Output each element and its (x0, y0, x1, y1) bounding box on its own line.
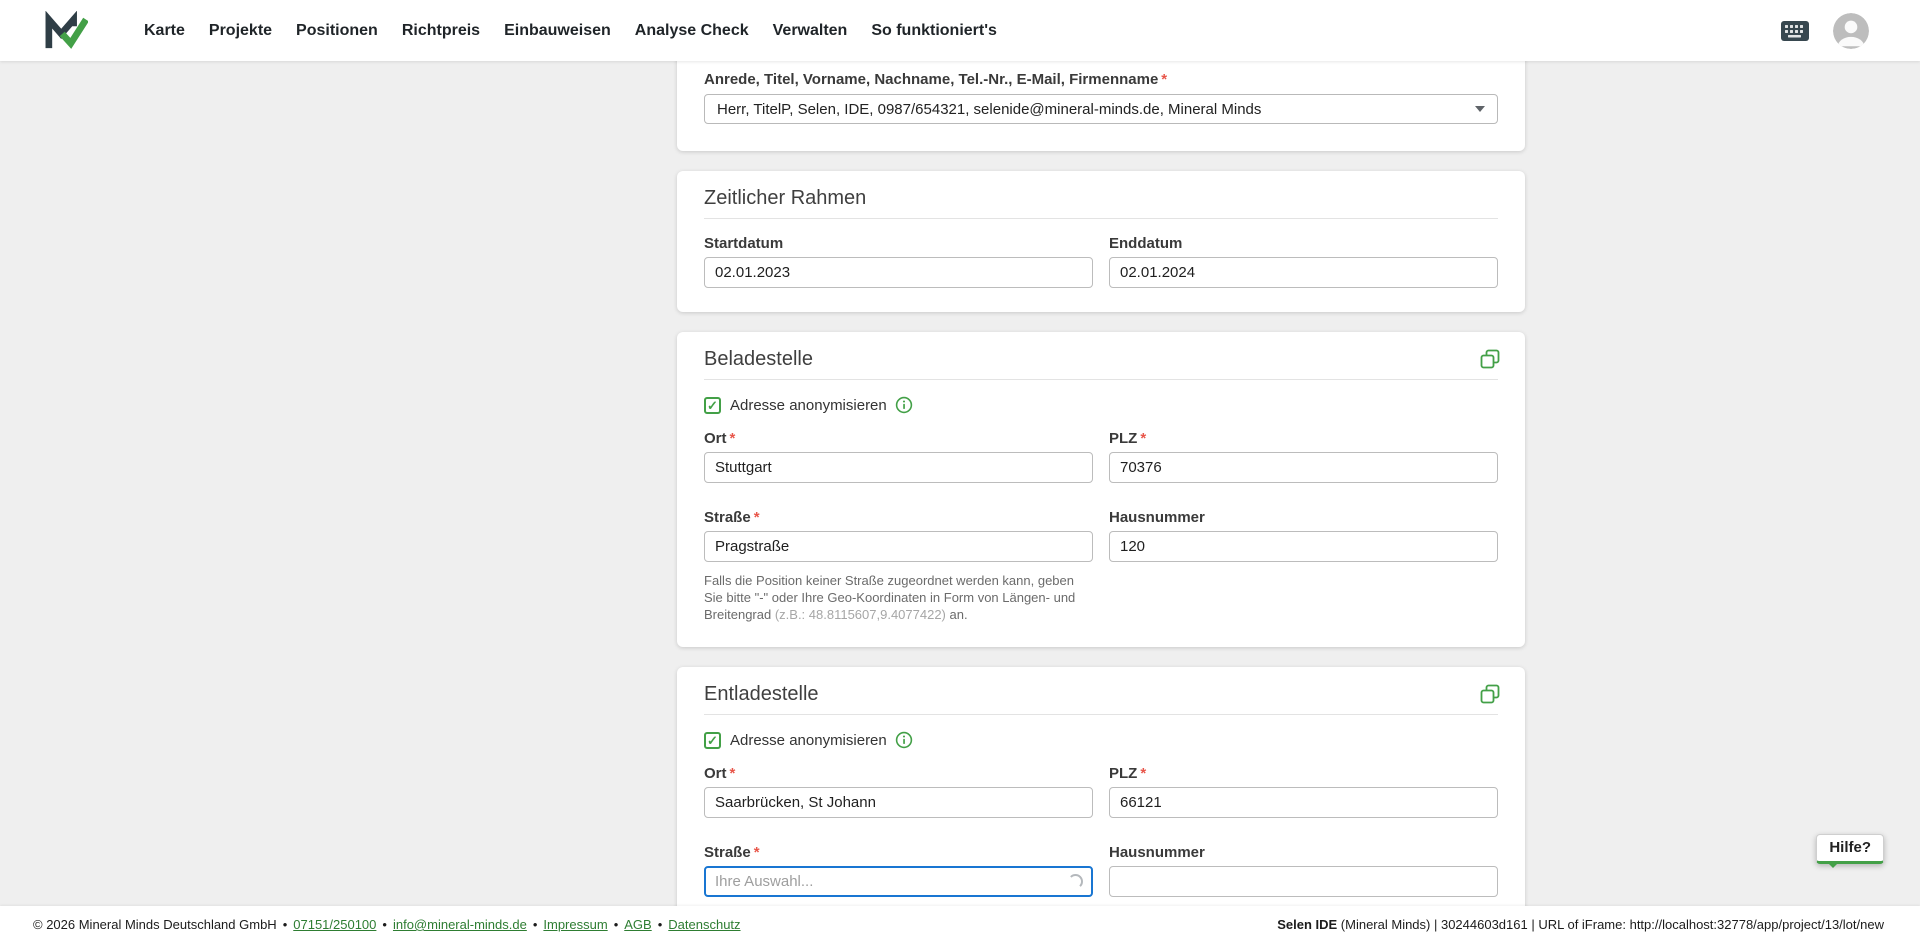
plz-label: PLZ* (1109, 430, 1498, 447)
footer-link-agb[interactable]: AGB (624, 917, 651, 932)
form-column: Anrede, Titel, Vorname, Nachname, Tel.-N… (677, 61, 1525, 921)
startdatum-input[interactable] (704, 257, 1093, 288)
strasse-label: Straße* (704, 509, 1093, 526)
anonymize-label: Adresse anonymisieren (730, 397, 887, 414)
ort-label-text: Ort (704, 765, 727, 782)
timeframe-title: Zeitlicher Rahmen (704, 187, 1498, 210)
entladestelle-title: Entladestelle (704, 683, 1498, 706)
enddatum-label: Enddatum (1109, 235, 1498, 252)
required-marker: * (1161, 71, 1167, 88)
app-logo[interactable] (44, 11, 88, 51)
session-details: (Mineral Minds) | 30244603d161 | URL of … (1337, 917, 1884, 932)
nav-richtpreis[interactable]: Richtpreis (402, 22, 480, 40)
mineral-minds-logo-icon (44, 11, 88, 51)
required-marker: * (754, 509, 760, 526)
entladestelle-hausnummer-input[interactable] (1109, 866, 1498, 897)
ort-label: Ort* (704, 765, 1093, 782)
hausnummer-label: Hausnummer (1109, 509, 1498, 526)
footer-link-impressum[interactable]: Impressum (543, 917, 607, 932)
divider (704, 379, 1498, 380)
header-actions (1781, 13, 1869, 49)
anonymize-checkbox[interactable] (704, 397, 721, 414)
hint-example: (z.B.: 48.8115607,9.4077422) (775, 607, 946, 622)
anonymize-checkbox[interactable] (704, 732, 721, 749)
plz-label-text: PLZ (1109, 765, 1137, 782)
copyright-text: © 2026 Mineral Minds Deutschland GmbH (33, 917, 277, 932)
nav-positionen[interactable]: Positionen (296, 22, 378, 40)
help-button-label: Hilfe? (1829, 839, 1871, 856)
enddatum-input[interactable] (1109, 257, 1498, 288)
separator-dot: • (382, 917, 387, 932)
beladestelle-ort-input[interactable] (704, 452, 1093, 483)
beladestelle-plz-input[interactable] (1109, 452, 1498, 483)
beladestelle-strasse-input[interactable] (704, 531, 1093, 562)
nav-so-funktionierts[interactable]: So funktioniert's (871, 22, 997, 40)
session-user: Selen IDE (1277, 917, 1337, 932)
keyboard-icon[interactable] (1781, 21, 1809, 41)
ort-label: Ort* (704, 430, 1093, 447)
required-marker: * (730, 430, 736, 447)
page-footer: © 2026 Mineral Minds Deutschland GmbH • … (0, 906, 1920, 943)
strasse-label-text: Straße (704, 509, 751, 526)
separator-dot: • (614, 917, 619, 932)
footer-link-phone[interactable]: 07151/250100 (293, 917, 376, 932)
footer-link-email[interactable]: info@mineral-minds.de (393, 917, 527, 932)
divider (704, 714, 1498, 715)
help-button[interactable]: Hilfe? (1816, 834, 1884, 864)
beladestelle-hausnummer-input[interactable] (1109, 531, 1498, 562)
footer-left: © 2026 Mineral Minds Deutschland GmbH • … (33, 917, 741, 932)
required-marker: * (730, 765, 736, 782)
timeframe-card: Zeitlicher Rahmen Startdatum Enddatum (677, 171, 1525, 312)
ort-label-text: Ort (704, 430, 727, 447)
beladestelle-card: Beladestelle Adresse anonymisieren (677, 332, 1525, 647)
startdatum-label: Startdatum (704, 235, 1093, 252)
divider (704, 218, 1498, 219)
hausnummer-label: Hausnummer (1109, 844, 1498, 861)
required-marker: * (754, 844, 760, 861)
nav-verwalten[interactable]: Verwalten (773, 22, 848, 40)
required-marker: * (1140, 430, 1146, 447)
separator-dot: • (533, 917, 538, 932)
main-nav: Karte Projekte Positionen Richtpreis Ein… (144, 22, 997, 40)
strasse-label-text: Straße (704, 844, 751, 861)
beladestelle-title: Beladestelle (704, 348, 1498, 371)
copy-icon[interactable] (1479, 348, 1501, 370)
footer-link-datenschutz[interactable]: Datenschutz (668, 917, 740, 932)
user-avatar[interactable] (1833, 13, 1869, 49)
nav-analyse-check[interactable]: Analyse Check (635, 22, 749, 40)
copy-icon[interactable] (1479, 683, 1501, 705)
nav-projekte[interactable]: Projekte (209, 22, 272, 40)
plz-label-text: PLZ (1109, 430, 1137, 447)
chevron-down-icon (1475, 106, 1485, 112)
contact-label-text: Anrede, Titel, Vorname, Nachname, Tel.-N… (704, 71, 1158, 88)
separator-dot: • (658, 917, 663, 932)
anonymize-label: Adresse anonymisieren (730, 732, 887, 749)
entladestelle-ort-input[interactable] (704, 787, 1093, 818)
nav-einbauweisen[interactable]: Einbauweisen (504, 22, 611, 40)
entladestelle-card: Entladestelle Adresse anonymisieren (677, 667, 1525, 921)
contact-field-label: Anrede, Titel, Vorname, Nachname, Tel.-N… (704, 71, 1498, 88)
entladestelle-plz-input[interactable] (1109, 787, 1498, 818)
loading-spinner-icon (1068, 874, 1083, 889)
strasse-hint: Falls die Position keiner Straße zugeord… (704, 572, 1093, 623)
footer-session-info: Selen IDE (Mineral Minds) | 30244603d161… (1277, 917, 1884, 932)
info-icon[interactable] (895, 396, 913, 414)
hint-suffix: an. (946, 607, 968, 622)
contact-select[interactable]: Herr, TitelP, Selen, IDE, 0987/654321, s… (704, 94, 1498, 124)
required-marker: * (1140, 765, 1146, 782)
top-nav-bar: Karte Projekte Positionen Richtpreis Ein… (0, 0, 1920, 61)
entladestelle-strasse-input[interactable] (704, 866, 1093, 897)
separator-dot: • (283, 917, 288, 932)
info-icon[interactable] (895, 731, 913, 749)
strasse-label: Straße* (704, 844, 1093, 861)
plz-label: PLZ* (1109, 765, 1498, 782)
contact-select-value: Herr, TitelP, Selen, IDE, 0987/654321, s… (717, 101, 1261, 118)
nav-karte[interactable]: Karte (144, 22, 185, 40)
